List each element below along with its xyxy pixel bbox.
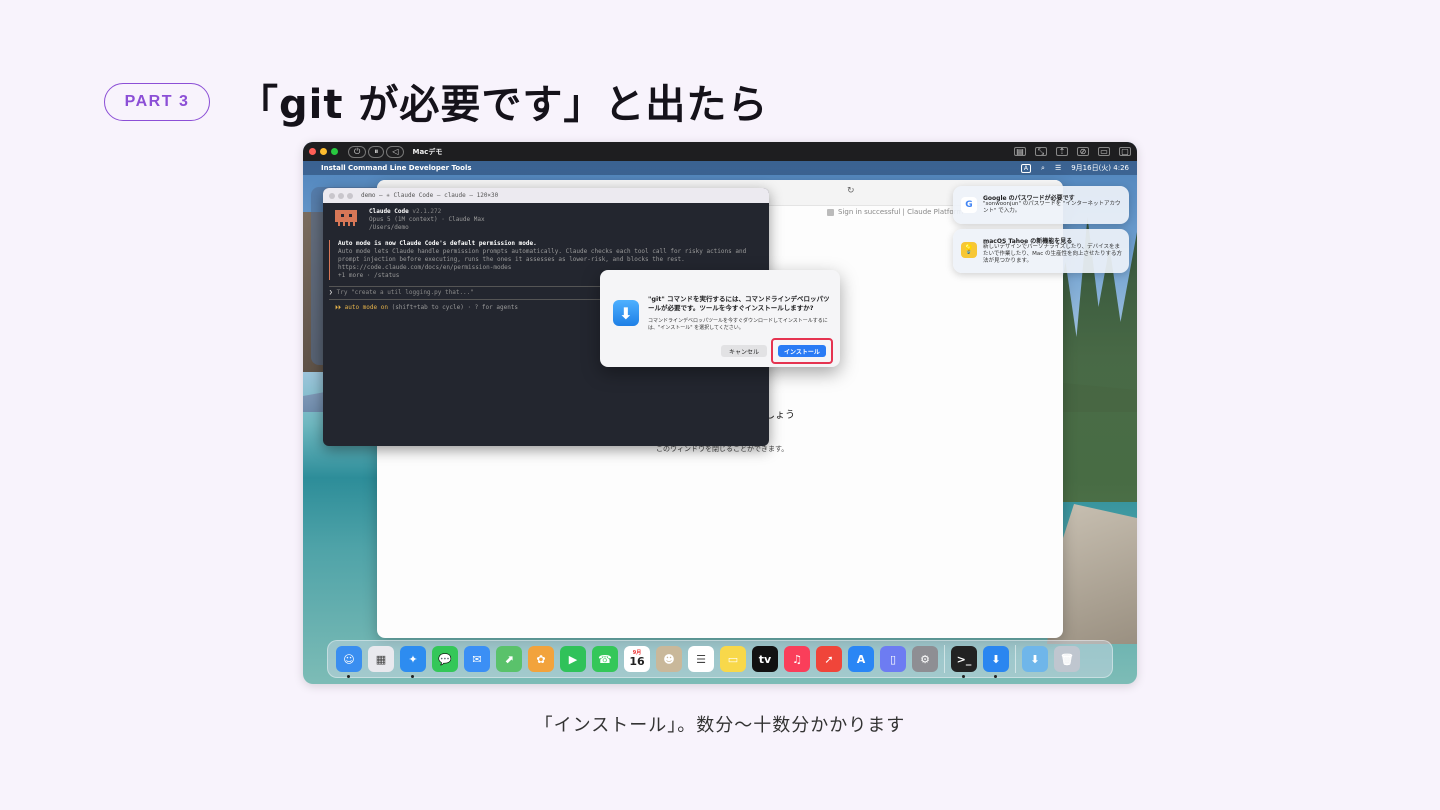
dock-system-settings-icon[interactable]: ⚙ <box>912 646 938 672</box>
browser-tab-title: Sign in successful | Claude Platform <box>838 208 964 216</box>
resize-icon[interactable]: ⤡ <box>1035 147 1047 156</box>
reload-icon[interactable]: ↻ <box>847 186 855 196</box>
dock-installer-icon[interactable]: ⬇ <box>983 646 1009 678</box>
automode-label: ⏵⏵ auto mode on <box>335 304 388 311</box>
dock-phone-icon[interactable]: ☎ <box>592 646 618 672</box>
dock-rocket-icon[interactable]: ➚ <box>816 646 842 672</box>
slide-title: 「git が必要です」と出たら <box>238 82 769 128</box>
pause-icon[interactable]: ⏸ <box>368 145 385 158</box>
window-icon[interactable]: ▢ <box>1119 147 1131 156</box>
dock-finder-icon[interactable]: ☺ <box>336 646 362 678</box>
prompt-placeholder: Try "create a util logging.py that..." <box>336 289 474 296</box>
claude-mascot-icon <box>333 210 359 226</box>
dock-separator <box>1015 645 1016 673</box>
dock-facetime-icon[interactable]: ▶ <box>560 646 586 672</box>
menubar-datetime[interactable]: 9月16日(火) 4:26 <box>1071 163 1129 173</box>
usb-icon[interactable]: ⇡ <box>1056 147 1068 156</box>
terminal-minimize-button[interactable] <box>338 192 344 199</box>
dock-music-icon[interactable]: ♫ <box>784 646 810 672</box>
zoom-button[interactable] <box>331 148 338 155</box>
minimize-button[interactable] <box>320 148 327 155</box>
dock-maps-icon[interactable]: ⬈ <box>496 646 522 672</box>
terminal-titlebar: demo — ✳ Claude Code — claude — 120×30 <box>323 188 769 203</box>
dock-notes-icon[interactable]: ▭ <box>720 646 746 672</box>
claude-code-name: Claude Code <box>369 208 409 215</box>
dialog-body: コマンドラインデベロッパツールを今すぐダウンロードしてインストールするには、"イ… <box>648 318 828 331</box>
dock-launchpad-icon[interactable]: ▦ <box>368 646 394 672</box>
mac-screenshot: ⏻ ⏸ ◁ Macデモ ▤ ⤡ ⇡ ⊘ ▭ ▢ Install Command … <box>303 142 1137 684</box>
dock: ☺ ▦ ✦ 💬 ✉ ⬈ ✿ ▶ ☎ 9月 16 ☻ ☰ ▭ tv ♫ ➚ A ▯ ⚙ >_ ⬇ ⬇ 🗑 <box>327 640 1113 678</box>
dock-trash-icon[interactable]: 🗑 <box>1054 646 1080 672</box>
claude-code-version: v2.1.272 <box>412 208 442 215</box>
close-button[interactable] <box>309 148 316 155</box>
vm-toolbar: ⏻ ⏸ ◁ Macデモ ▤ ⤡ ⇡ ⊘ ▭ ▢ <box>303 142 1137 161</box>
dock-messages-icon[interactable]: 💬 <box>432 646 458 672</box>
notice-title: Auto mode is now Claude Code's default p… <box>338 240 537 247</box>
input-method-icon[interactable]: A <box>1020 163 1032 173</box>
notification-google[interactable]: G Google のパスワードが必要です "sonwoonjun" のパスワード… <box>953 186 1129 224</box>
dock-photos-icon[interactable]: ✿ <box>528 646 554 672</box>
notification-text: 新しいデザインでパーソナライズしたり、デバイスをまたいで作業したり、Mac の生… <box>983 244 1123 264</box>
tab-favicon-icon <box>827 208 834 216</box>
dock-downloads-folder-icon[interactable]: ⬇ <box>1022 646 1048 672</box>
menubar-app-name[interactable]: Install Command Line Developer Tools <box>321 164 472 172</box>
prompt-chevron-icon: ❯ <box>329 289 333 296</box>
vm-toolbar-right: ▤ ⤡ ⇡ ⊘ ▭ ▢ <box>1014 147 1131 156</box>
notice-line: prompt injection before executing, runs … <box>338 256 685 263</box>
claude-code-header: Claude Code v2.1.272 Opus 5 (1M context)… <box>333 208 763 232</box>
power-icon[interactable]: ⏻ <box>348 145 367 158</box>
automode-hint: (shift+tab to cycle) · ? for agents <box>391 304 519 311</box>
dock-mail-icon[interactable]: ✉ <box>464 646 490 672</box>
install-button[interactable]: インストール <box>778 345 826 357</box>
dock-app-store-icon[interactable]: A <box>848 646 874 672</box>
dock-safari-icon[interactable]: ✦ <box>400 646 426 678</box>
folder-icon[interactable]: ▭ <box>1098 147 1110 156</box>
dock-reminders-icon[interactable]: ☰ <box>688 646 714 672</box>
terminal-close-button[interactable] <box>329 192 335 199</box>
cancel-button[interactable]: キャンセル <box>721 345 767 357</box>
browser-heading: しょう <box>765 410 795 421</box>
vm-controls: ⏻ ⏸ ◁ <box>348 145 405 158</box>
slide-caption: 「インストール」。数分〜十数分かかります <box>534 715 906 736</box>
notification-tips[interactable]: 💡 macOS Tahoe の新機能を見る 新しいデザインでパーソナライズしたり… <box>953 229 1129 273</box>
google-icon: G <box>961 197 977 213</box>
dialog-title: "git" コマンドを実行するには、コマンドラインデベロッパツールが必要です。ツ… <box>648 295 830 312</box>
dock-contacts-icon[interactable]: ☻ <box>656 646 682 672</box>
dock-terminal-icon[interactable]: >_ <box>951 646 977 678</box>
working-path: /Users/demo <box>369 224 409 231</box>
share-icon[interactable]: ⊘ <box>1077 147 1089 156</box>
control-center-icon[interactable]: ☰ <box>1055 164 1061 172</box>
window-controls <box>309 148 338 155</box>
vm-title: Macデモ <box>412 147 443 156</box>
back-icon[interactable]: ◁ <box>386 145 405 158</box>
model-line: Opus 5 (1M context) · Claude Max <box>369 216 485 223</box>
terminal-zoom-button[interactable] <box>347 192 353 199</box>
part-badge: PART 3 <box>104 83 210 121</box>
terminal-title: demo — ✳ Claude Code — claude — 120×30 <box>361 192 499 199</box>
lightbulb-icon: 💡 <box>961 242 977 258</box>
notice-line: Auto mode lets Claude handle permission … <box>338 248 747 255</box>
dock-calendar-icon[interactable]: 9月 16 <box>624 646 650 672</box>
browser-tab[interactable]: Sign in successful | Claude Platform <box>827 208 963 216</box>
install-dialog: ⬇ "git" コマンドを実行するには、コマンドラインデベロッパツールが必要です… <box>600 270 840 367</box>
dock-iphone-mirroring-icon[interactable]: ▯ <box>880 646 906 672</box>
dock-tv-icon[interactable]: tv <box>752 646 778 672</box>
search-icon[interactable]: ⌕ <box>1041 164 1045 173</box>
keyboard-icon[interactable]: ▤ <box>1014 147 1026 156</box>
macos-menubar: Install Command Line Developer Tools A ⌕… <box>303 161 1137 175</box>
dock-separator <box>944 645 945 673</box>
notification-text: "sonwoonjun" のパスワードを "インターネットアカウント" で入力。 <box>983 201 1121 214</box>
installer-download-icon: ⬇ <box>613 300 639 326</box>
terminal-window-controls <box>329 192 353 199</box>
